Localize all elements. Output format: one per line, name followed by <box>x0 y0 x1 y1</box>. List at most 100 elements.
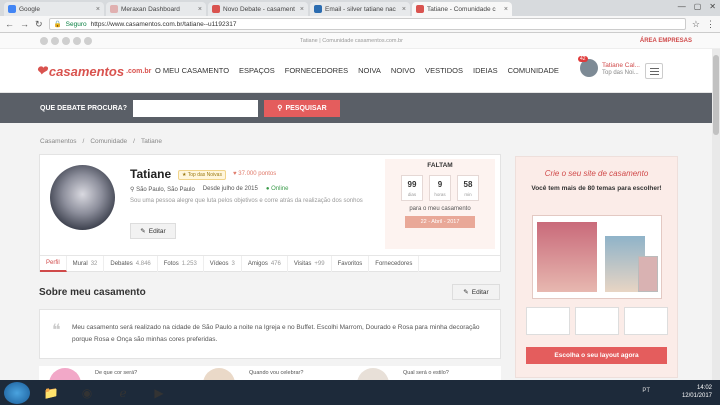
area-empresas-link[interactable]: ÁREA EMPRESAS <box>640 38 692 44</box>
heart-icon <box>212 5 220 13</box>
theme-thumbnail[interactable] <box>575 307 619 335</box>
debate-search-bar: QUE DEBATE PROCURA? ⚲ PESQUISAR <box>0 93 720 123</box>
nav-espacos[interactable]: ESPAÇOS <box>239 66 275 75</box>
forward-icon[interactable]: → <box>20 19 29 29</box>
minimize-icon[interactable]: — <box>678 2 686 11</box>
heart-icon <box>416 5 424 13</box>
theme-thumbnails <box>526 307 668 335</box>
site-header: ❤ casamentos .com.br O MEU CASAMENTO ESPA… <box>0 49 720 93</box>
countdown-minutes: 58 min <box>457 175 479 201</box>
about-text: Meu casamento será realizado na cidade d… <box>72 324 480 343</box>
status-badge: ★ Top das Noivas <box>178 170 226 180</box>
close-icon[interactable]: × <box>402 6 406 13</box>
youtube-icon[interactable] <box>84 36 92 45</box>
browser-tab-email[interactable]: Email - silver tatiane nac × <box>310 2 410 16</box>
tab-perfil[interactable]: Perfil <box>40 256 67 272</box>
search-button[interactable]: ⚲ PESQUISAR <box>263 99 340 117</box>
tab-visitas[interactable]: Visitas +99 <box>288 256 332 272</box>
url-input[interactable]: 🔒 Seguro https://www.casamentos.com.br/t… <box>48 18 686 30</box>
about-card: ❝ Meu casamento será realizado na cidade… <box>39 309 501 359</box>
browser-tab-novo-debate[interactable]: Novo Debate - casament × <box>208 2 308 16</box>
maximize-icon[interactable]: ▢ <box>694 2 702 11</box>
profile-bio: Sou uma pessoa alegre que luta pelos obj… <box>130 198 363 204</box>
edit-profile-button[interactable]: ✎ Editar <box>130 223 176 239</box>
ie-icon[interactable]: ℯ <box>108 382 138 404</box>
profile-avatar <box>50 165 115 230</box>
tab-mural[interactable]: Mural 32 <box>67 256 105 272</box>
back-icon[interactable]: ← <box>5 19 14 29</box>
browser-tab-dashboard[interactable]: Meraxan Dashboard × <box>106 2 206 16</box>
nav-noivo[interactable]: NOIVO <box>391 66 415 75</box>
avatar[interactable]: 42 <box>578 56 598 77</box>
online-status: ● Online <box>265 186 289 192</box>
menu-icon[interactable]: ⋮ <box>706 19 715 30</box>
tab-fotos[interactable]: Fotos 1.253 <box>158 256 204 272</box>
browser-tabstrip: Google × Meraxan Dashboard × Novo Debate -… <box>0 0 720 16</box>
tab-fornecedores[interactable]: Fornecedores <box>369 256 420 272</box>
media-icon[interactable]: ▶ <box>144 382 174 404</box>
nav-meu-casamento[interactable]: O MEU CASAMENTO <box>155 66 229 75</box>
reload-icon[interactable]: ↻ <box>35 19 43 30</box>
breadcrumb-casamentos[interactable]: Casamentos <box>40 138 77 145</box>
nav-fornecedores[interactable]: FORNECEDORES <box>285 66 348 75</box>
browser-tab-tatiane[interactable]: Tatiane - Comunidade c × <box>412 2 512 16</box>
heart-logo-icon: ❤ <box>36 63 47 78</box>
pencil-icon: ✎ <box>140 228 146 235</box>
quote-icon: ❝ <box>52 322 61 339</box>
close-icon[interactable]: × <box>300 6 304 13</box>
tab-debates[interactable]: Debates 4.846 <box>104 256 158 272</box>
close-icon[interactable]: × <box>504 6 508 13</box>
taskbar: 📁 ◉ ℯ ▶ PT 14:02 12/01/2017 <box>0 380 720 405</box>
nav-comunidade[interactable]: COMUNIDADE <box>508 66 559 75</box>
nav-vestidos[interactable]: VESTIDOS <box>425 66 463 75</box>
pin-icon: ⚲ <box>130 187 135 193</box>
tab-amigos[interactable]: Amigos 476 <box>242 256 288 272</box>
theme-thumbnail[interactable] <box>624 307 668 335</box>
profile-card: Tatiane ★ Top das Noivas ♥ 37.000 pontos… <box>39 154 501 272</box>
pinterest-icon[interactable] <box>62 36 70 45</box>
hamburger-menu-icon[interactable] <box>645 63 663 79</box>
instagram-icon[interactable] <box>73 36 81 45</box>
twitter-icon[interactable] <box>51 36 59 45</box>
breadcrumb: Casamentos / Comunidade / Tatiane <box>40 138 162 145</box>
site-logo[interactable]: ❤ casamentos .com.br <box>36 63 151 79</box>
theme-thumbnail[interactable] <box>526 307 570 335</box>
window-controls: — ▢ ✕ <box>678 2 716 11</box>
star-icon[interactable]: ☆ <box>692 19 700 30</box>
about-title: Sobre meu casamento <box>39 287 146 298</box>
explorer-icon[interactable]: 📁 <box>36 382 66 404</box>
search-icon: ⚲ <box>277 105 283 112</box>
profile-tabs: Perfil Mural 32 Debates 4.846 Fotos 1.253 V… <box>40 255 500 272</box>
tab-favoritos[interactable]: Favoritos <box>332 256 370 272</box>
countdown-hours: 9 horas <box>429 175 451 201</box>
clock[interactable]: 14:02 12/01/2017 <box>682 384 712 400</box>
choose-layout-button[interactable]: Escolha o seu layout agora <box>526 347 667 364</box>
location: ⚲ São Paulo, São Paulo <box>130 187 195 193</box>
profile-meta: ⚲ São Paulo, São Paulo Desde julho de 20… <box>130 186 289 193</box>
countdown: FALTAM 99 dias 9 horas 58 min para o meu ca… <box>385 159 495 249</box>
facebook-icon[interactable] <box>40 36 48 45</box>
user-menu[interactable]: 42 Tatiane Cal... Top das Noi... <box>578 56 640 77</box>
tab-videos[interactable]: Vídeos 3 <box>204 256 242 272</box>
breadcrumb-comunidade[interactable]: Comunidade <box>90 138 127 145</box>
chrome-icon[interactable]: ◉ <box>72 382 102 404</box>
close-icon[interactable]: × <box>96 6 100 13</box>
site-topstrip: Tatiane | Comunidade casamentos.com.br Á… <box>0 33 720 49</box>
address-bar: ← → ↻ 🔒 Seguro https://www.casamentos.co… <box>0 16 720 33</box>
browser-tab-google[interactable]: Google × <box>4 2 104 16</box>
notification-badge: 42 <box>578 56 588 62</box>
site-icon <box>110 5 118 13</box>
search-input[interactable] <box>132 99 258 117</box>
promo-banner[interactable]: Crie o seu site de casamento Você tem ma… <box>515 156 678 378</box>
points: ♥ 37.000 pontos <box>233 171 277 177</box>
close-icon[interactable]: × <box>198 6 202 13</box>
nav-noiva[interactable]: NOIVA <box>358 66 381 75</box>
windows-start-icon[interactable] <box>4 381 30 404</box>
nav-ideias[interactable]: IDEIAS <box>473 66 498 75</box>
main-nav: O MEU CASAMENTO ESPAÇOS FORNECEDORES NOI… <box>155 66 559 75</box>
breadcrumb-current: Tatiane <box>140 138 162 145</box>
edit-about-button[interactable]: ✎ Editar <box>452 284 500 300</box>
wedding-date: 22 - Abril - 2017 <box>405 216 475 228</box>
scrollbar[interactable] <box>712 49 720 380</box>
close-window-icon[interactable]: ✕ <box>709 2 716 11</box>
